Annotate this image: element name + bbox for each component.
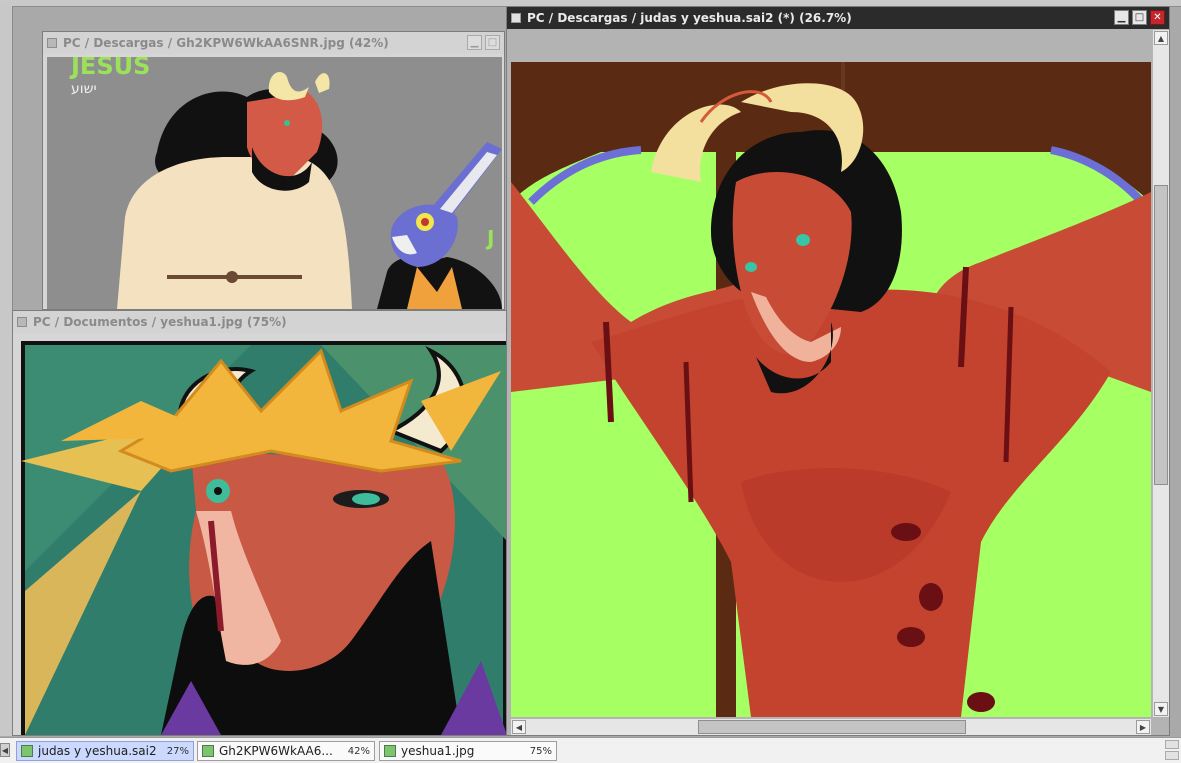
judas-artwork — [511, 62, 1151, 717]
minimize-icon: ▁ — [1117, 11, 1126, 23]
taskbar-scroll-down-button[interactable] — [1165, 751, 1179, 760]
horizontal-scroll-thumb[interactable] — [698, 720, 966, 734]
tab-zoom-percent: 27% — [166, 745, 189, 757]
image-file-icon — [21, 745, 33, 757]
judas-window-titlebar[interactable]: PC / Descargas / judas y yeshua.sai2 (*)… — [507, 7, 1169, 29]
vertical-scroll-thumb[interactable] — [1154, 185, 1168, 485]
close-icon: ✕ — [1153, 11, 1162, 23]
taskbar-scroll-buttons[interactable] — [1165, 740, 1179, 760]
scroll-right-button[interactable]: ▶ — [1136, 720, 1150, 734]
gh2-artwork: JESUS ישוע J — [47, 57, 502, 309]
gh2-partial-text: J — [485, 226, 494, 250]
minimize-button[interactable]: ▁ — [467, 35, 482, 50]
minimize-icon: ▁ — [470, 36, 479, 48]
minimize-button[interactable]: ▁ — [1114, 10, 1129, 25]
judas-canvas-window[interactable]: PC / Descargas / judas y yeshua.sai2 (*)… — [506, 6, 1170, 736]
yeshua-artwork — [21, 341, 507, 735]
tab-name: yeshua1.jpg — [401, 744, 475, 758]
yeshua-image-window[interactable]: PC / Documentos / yeshua1.jpg (75%) — [12, 310, 508, 736]
gh2-image-window[interactable]: PC / Descargas / Gh2KPW6WkAA6SNR.jpg (42… — [42, 31, 505, 310]
maximize-icon: □ — [487, 36, 498, 48]
judas-vertical-scrollbar[interactable]: ▲ ▼ — [1152, 30, 1169, 717]
tab-zoom-percent: 42% — [347, 745, 370, 757]
gh2-image-canvas[interactable]: JESUS ישוע J — [47, 57, 502, 309]
window-icon — [511, 13, 521, 23]
image-file-icon — [202, 745, 214, 757]
scroll-up-button[interactable]: ▲ — [1154, 31, 1168, 45]
tab-name: Gh2KPW6WkAA6... — [219, 744, 333, 758]
scroll-down-button[interactable]: ▼ — [1154, 702, 1168, 716]
yeshua-image-canvas[interactable] — [21, 341, 507, 735]
judas-horizontal-scrollbar[interactable]: ◀ ▶ — [511, 718, 1151, 735]
gh2-jesus-text: JESUS — [69, 57, 150, 80]
maximize-button[interactable]: □ — [1132, 10, 1147, 25]
yeshua-window-titlebar[interactable]: PC / Documentos / yeshua1.jpg (75%) — [13, 311, 507, 333]
gh2-window-title: PC / Descargas / Gh2KPW6WkAA6SNR.jpg (42… — [63, 36, 389, 50]
gh2-hebrew-text: ישוע — [71, 81, 97, 97]
taskbar-scroll-up-button[interactable] — [1165, 740, 1179, 749]
taskbar-tab-gh2[interactable]: Gh2KPW6WkAA6... 42% — [197, 741, 375, 761]
tab-zoom-percent: 75% — [529, 745, 552, 757]
close-button[interactable]: ✕ — [1150, 10, 1165, 25]
taskbar-tab-judas[interactable]: judas y yeshua.sai2 27% — [16, 741, 194, 761]
taskbar-scroll-left-button[interactable]: ◀ — [0, 743, 10, 757]
judas-drawing-canvas[interactable] — [511, 62, 1151, 717]
judas-window-title: PC / Descargas / judas y yeshua.sai2 (*)… — [527, 11, 852, 25]
gh2-window-titlebar[interactable]: PC / Descargas / Gh2KPW6WkAA6SNR.jpg (42… — [43, 32, 504, 54]
image-file-icon — [384, 745, 396, 757]
scroll-left-button[interactable]: ◀ — [512, 720, 526, 734]
tab-name: judas y yeshua.sai2 — [38, 744, 157, 758]
taskbar-tab-yeshua[interactable]: yeshua1.jpg 75% — [379, 741, 557, 761]
maximize-button[interactable]: □ — [485, 35, 500, 50]
window-icon — [17, 317, 27, 327]
maximize-icon: □ — [1134, 11, 1145, 23]
yeshua-window-title: PC / Documentos / yeshua1.jpg (75%) — [33, 315, 287, 329]
window-icon — [47, 38, 57, 48]
document-taskbar: ◀ judas y yeshua.sai2 27% Gh2KPW6WkAA6..… — [0, 737, 1181, 763]
